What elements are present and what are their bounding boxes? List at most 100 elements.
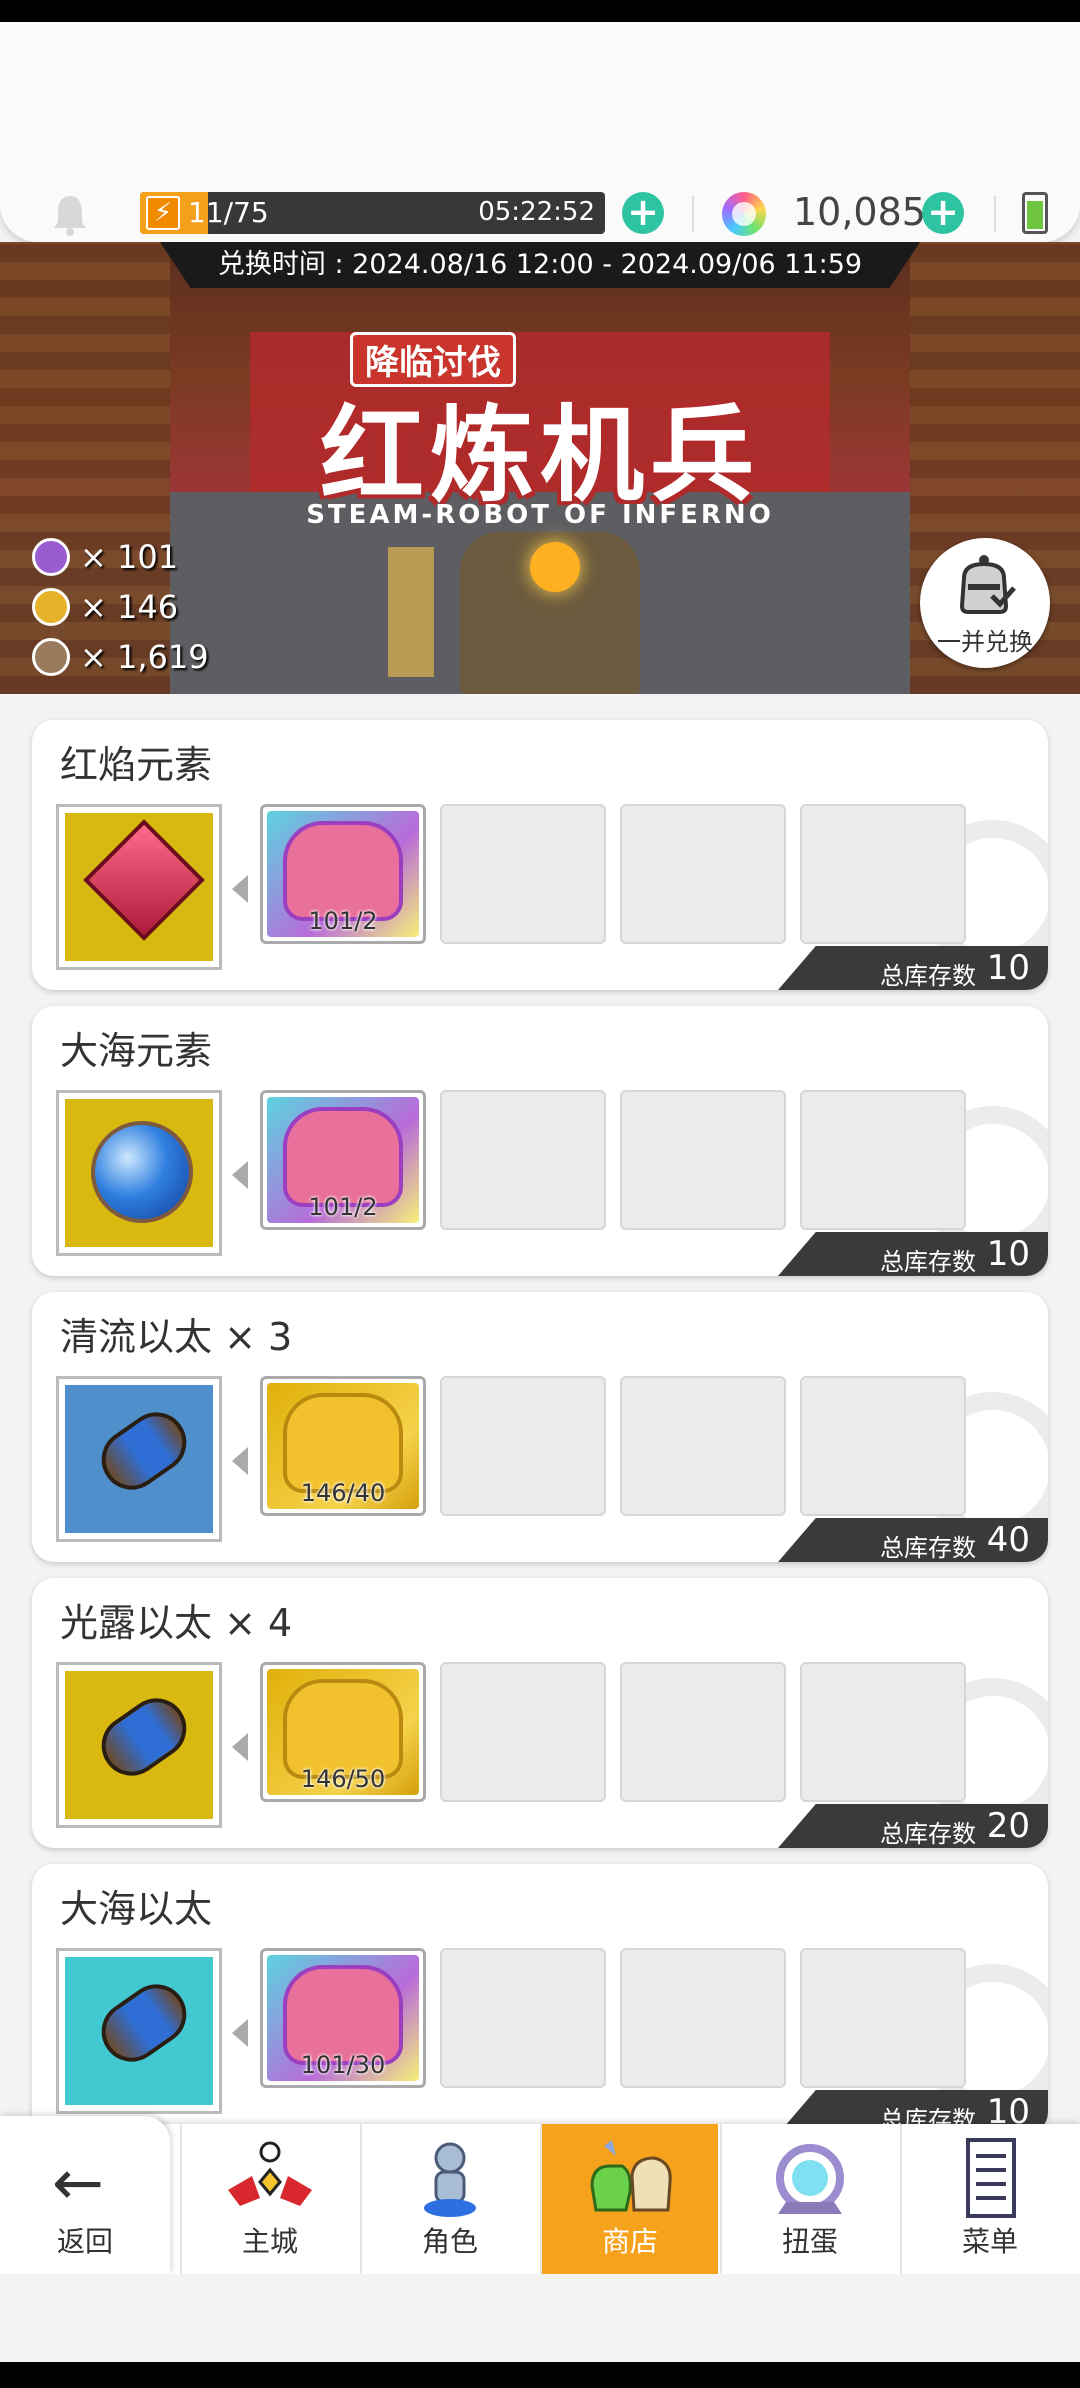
stock-badge: 总库存数 10 [778, 946, 1048, 990]
bag-check-icon [959, 555, 1016, 614]
gem-count: 10,085 [793, 190, 926, 234]
gold-medal-icon [283, 1679, 403, 1779]
cost-item-slot[interactable]: 146/50 [260, 1662, 426, 1802]
stock-value: 20 [986, 1806, 1030, 1846]
cyan-vial-icon [89, 1972, 199, 2074]
cost-count: 146/40 [300, 1479, 386, 1507]
cost-item-slot[interactable]: 101/30 [260, 1948, 426, 2088]
cost-background: 146/40 [267, 1383, 419, 1509]
stock-badge: 总库存数 20 [778, 1804, 1048, 1848]
purple-medal-icon [283, 1107, 403, 1207]
list-item[interactable]: 清流以太 × 3 146/40 总库存数 40 [32, 1292, 1048, 1562]
cost-count: 101/2 [308, 1193, 378, 1221]
rainbow-gem-icon [722, 192, 766, 236]
reward-item-slot[interactable] [56, 1090, 222, 1256]
status-bar [0, 0, 1080, 22]
reward-background [65, 1671, 213, 1819]
arrow-left-icon [232, 1161, 248, 1189]
shop-icon [590, 2140, 672, 2212]
stock-badge: 总库存数 10 [778, 2090, 1048, 2124]
castle-icon [228, 2141, 312, 2206]
bell-icon[interactable] [50, 192, 90, 236]
stock-value: 10 [986, 1234, 1030, 1274]
reward-background [65, 1385, 213, 1533]
empty-slot [800, 1662, 966, 1802]
add-gems-button[interactable]: + [922, 192, 964, 234]
reward-item-slot[interactable] [56, 1376, 222, 1542]
list-item[interactable]: 大海元素 101/2 总库存数 10 [32, 1006, 1048, 1276]
purple-medal-icon [32, 538, 70, 576]
empty-slot [620, 1376, 786, 1516]
stock-value: 10 [986, 948, 1030, 988]
stamina-timer: 05:22:52 [478, 197, 595, 227]
arrow-left-icon [232, 1447, 248, 1475]
stock-value: 40 [986, 1520, 1030, 1560]
tab-label: 菜单 [961, 2225, 1018, 2258]
tab-label: 商店 [601, 2225, 658, 2258]
cost-background: 146/50 [267, 1669, 419, 1795]
robot-eye-art [530, 542, 580, 592]
purple-medal-count: × 101 [80, 538, 179, 576]
stock-label: 总库存数 [880, 1248, 976, 1276]
exchange-list[interactable]: 红焰元素 101/2 总库存数 10 大海元素 101/2 总库存数 10 清流… [0, 694, 1080, 2124]
blue-orb-icon [91, 1121, 193, 1223]
tab-main-city[interactable]: 主城 [180, 2124, 358, 2274]
cost-background: 101/2 [267, 1097, 419, 1223]
cost-item-slot[interactable]: 101/2 [260, 1090, 426, 1230]
list-item[interactable]: 红焰元素 101/2 总库存数 10 [32, 720, 1048, 990]
cost-background: 101/30 [267, 1955, 419, 2081]
empty-slot [800, 1090, 966, 1230]
cost-item-slot[interactable]: 101/2 [260, 804, 426, 944]
tab-character[interactable]: 角色 [360, 2124, 538, 2274]
empty-slot [440, 804, 606, 944]
event-banner: 兑换时间 : 2024.08/16 12:00 - 2024.09/06 11:… [0, 242, 1080, 694]
event-subtitle: STEAM-ROBOT OF INFERNO [306, 500, 774, 530]
system-bar-bottom [0, 2362, 1080, 2388]
list-item[interactable]: 光露以太 × 4 146/50 总库存数 20 [32, 1578, 1048, 1848]
divider [692, 196, 694, 232]
item-title: 光露以太 × 4 [60, 1601, 293, 1645]
empty-slot [620, 804, 786, 944]
cost-count: 101/2 [308, 907, 378, 935]
cost-item-slot[interactable]: 146/40 [260, 1376, 426, 1516]
reward-item-slot[interactable] [56, 1948, 222, 2114]
empty-slot [620, 1090, 786, 1230]
tab-gacha[interactable]: 扭蛋 [720, 2124, 898, 2274]
list-item[interactable]: 大海以太 101/30 总库存数 10 [32, 1864, 1048, 2124]
reward-item-slot[interactable] [56, 1662, 222, 1828]
token-counts: × 101 × 146 × 1,619 [32, 532, 209, 682]
system-nav-area [0, 2274, 1080, 2362]
empty-slot [800, 804, 966, 944]
empty-slot [620, 1948, 786, 2088]
arrow-left-icon [232, 1733, 248, 1761]
reward-background [65, 1099, 213, 1247]
stamina-bar: ⚡ 11/75 05:22:52 [140, 192, 605, 234]
stock-label: 总库存数 [880, 962, 976, 990]
tab-shop[interactable]: 商店 [540, 2124, 718, 2274]
purple-medal-icon [283, 1965, 403, 2065]
empty-slot [440, 1662, 606, 1802]
gacha-icon [776, 2144, 844, 2214]
stock-label: 总库存数 [880, 2106, 976, 2124]
reward-background [65, 1957, 213, 2105]
empty-slot [440, 1948, 606, 2088]
empty-slot [620, 1662, 786, 1802]
back-button[interactable]: ← 返回 [0, 2116, 170, 2274]
exchange-all-button[interactable]: 一并兑换 [920, 538, 1050, 668]
reward-item-slot[interactable] [56, 804, 222, 970]
token-row: × 146 [32, 582, 209, 632]
item-title: 红焰元素 [60, 743, 213, 787]
item-title: 大海以太 [60, 1887, 213, 1931]
token-row: × 1,619 [32, 632, 209, 682]
menu-icon [966, 2138, 1016, 2218]
tab-label: 角色 [421, 2225, 478, 2258]
empty-slot [800, 1948, 966, 2088]
tab-menu[interactable]: 菜单 [900, 2124, 1078, 2274]
item-title: 大海元素 [60, 1029, 213, 1073]
gold-medal-count: × 146 [80, 588, 179, 626]
top-resource-bar: ⚡ 11/75 05:22:52 + 10,085 + [0, 22, 1080, 242]
item-title: 清流以太 × 3 [60, 1315, 293, 1359]
add-stamina-button[interactable]: + [622, 192, 664, 234]
red-crystal-icon [83, 819, 205, 941]
gold-medal-icon [32, 588, 70, 626]
